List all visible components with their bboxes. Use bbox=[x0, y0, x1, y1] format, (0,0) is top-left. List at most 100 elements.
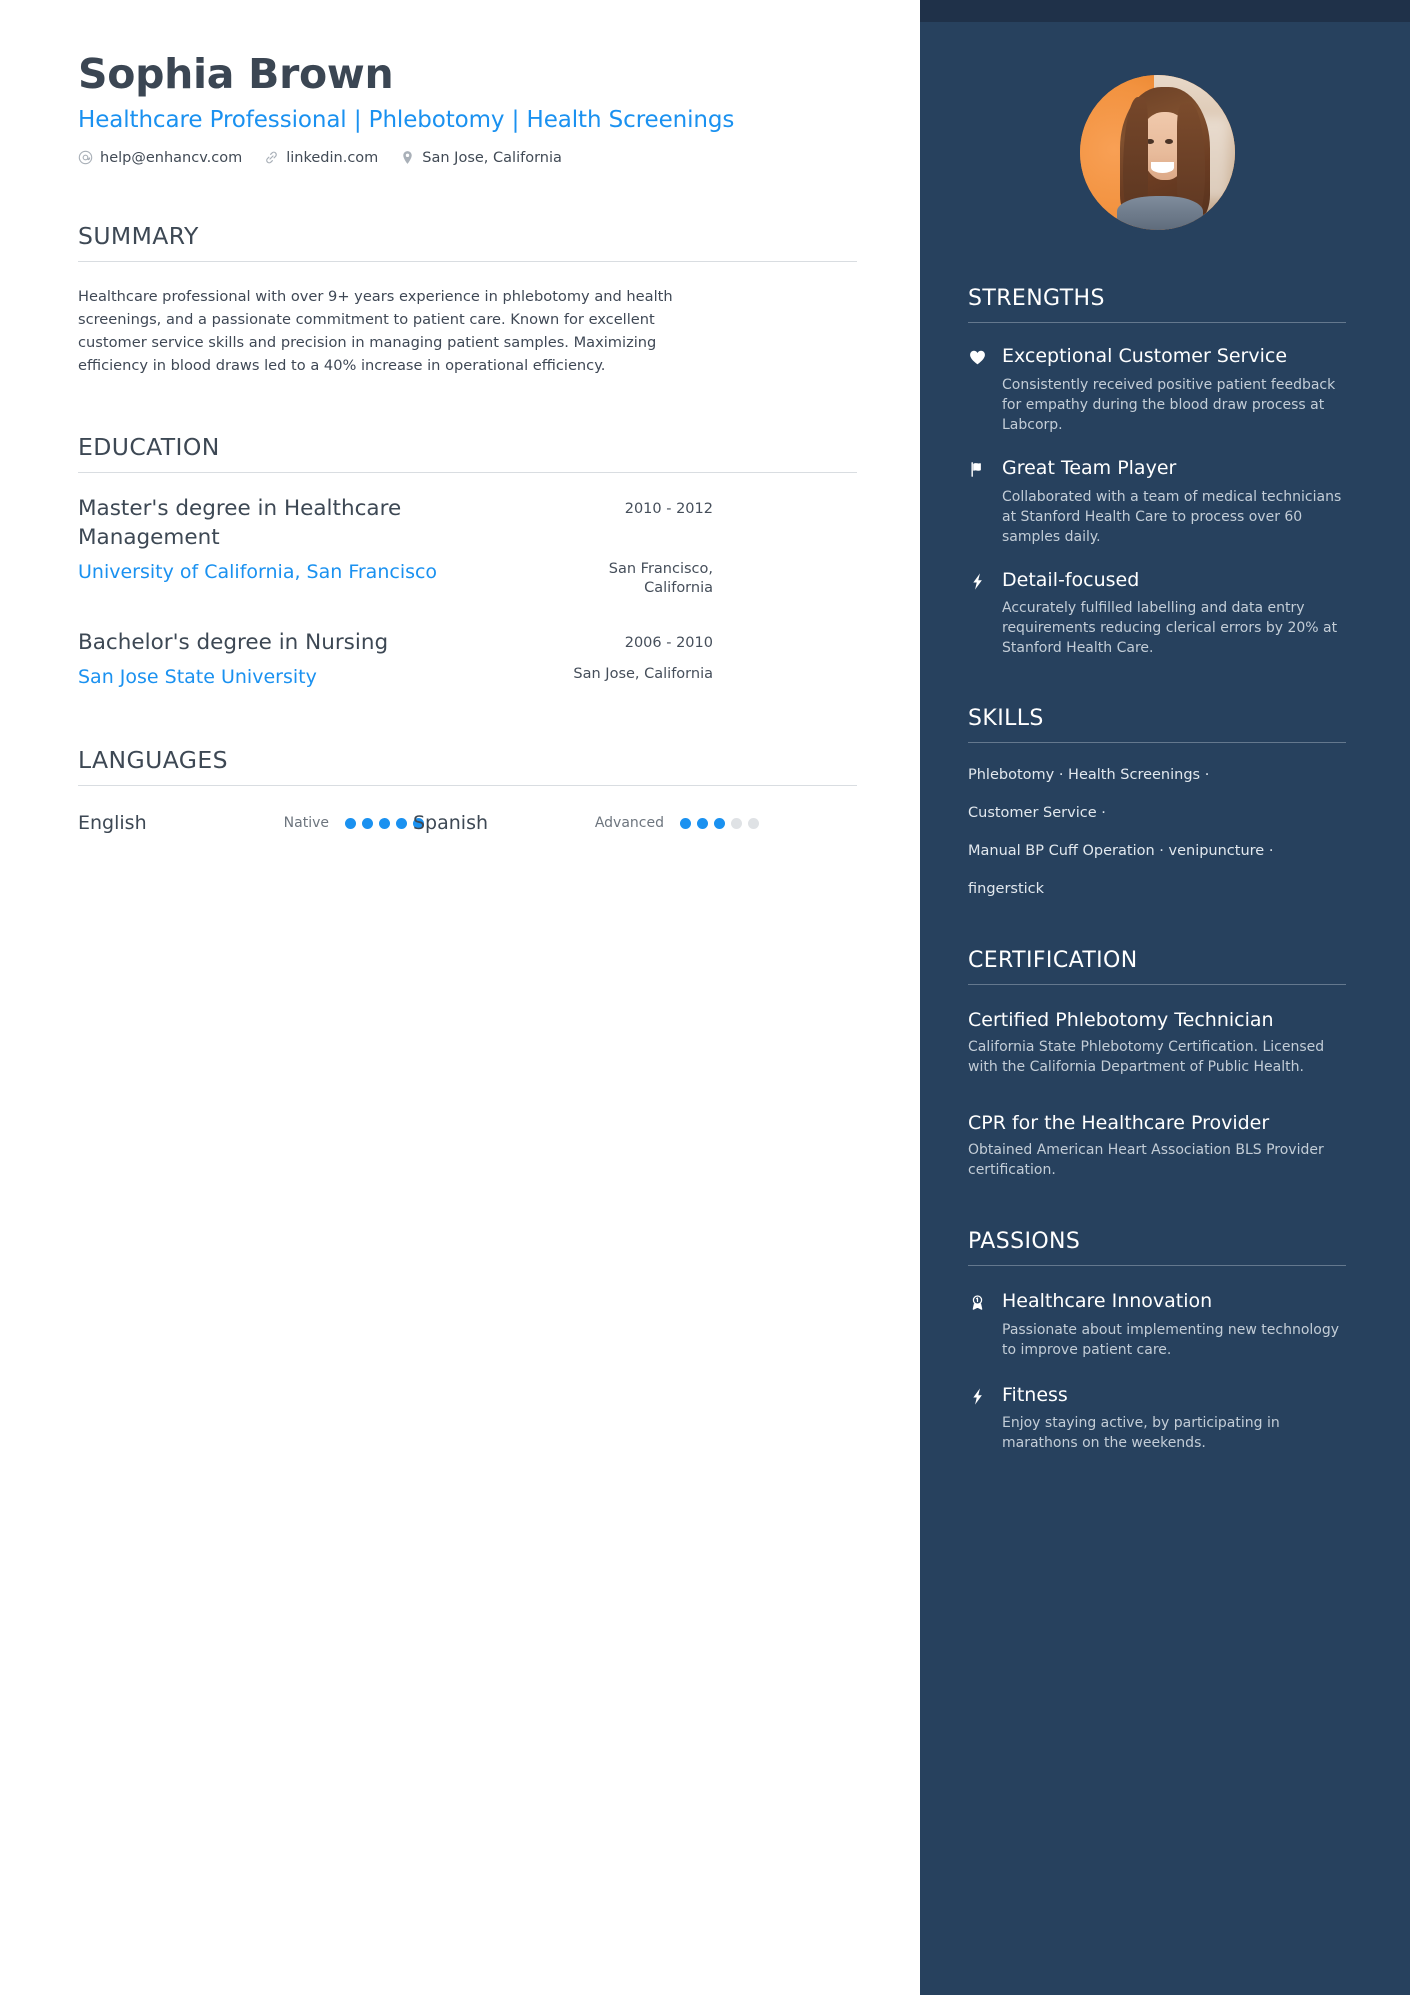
rating-dot bbox=[714, 817, 725, 829]
location-pin-icon bbox=[400, 150, 415, 165]
languages-row: English Native Spanish Advanced bbox=[78, 812, 857, 834]
education-school[interactable]: University of California, San Francisco bbox=[78, 560, 524, 585]
certification-divider bbox=[968, 984, 1346, 986]
strengths-heading: STRENGTHS bbox=[968, 286, 1105, 311]
lightning-bolt-icon bbox=[968, 1384, 1002, 1454]
avatar bbox=[1079, 75, 1235, 230]
rating-dot bbox=[748, 817, 759, 829]
strength-title: Exceptional Customer Service bbox=[1002, 345, 1288, 367]
strength-title: Great Team Player bbox=[1002, 456, 1177, 479]
passion-title: Fitness bbox=[1002, 1383, 1068, 1406]
languages-heading: LANGUAGES bbox=[78, 746, 228, 775]
certification-title: CPR for the Healthcare Provider bbox=[968, 1112, 1270, 1135]
rating-dot bbox=[680, 817, 691, 829]
contact-email[interactable]: help@enhancv.com bbox=[78, 150, 242, 166]
summary-divider bbox=[78, 260, 857, 262]
summary-heading: SUMMARY bbox=[78, 221, 199, 250]
strength-description: Consistently received positive patient f… bbox=[1002, 376, 1336, 433]
strengths-divider bbox=[968, 322, 1346, 323]
education-entry: Bachelor's degree in Nursing San Jose St… bbox=[78, 629, 857, 690]
avatar-smile bbox=[1150, 161, 1175, 173]
language-rating-dots bbox=[680, 817, 759, 829]
sidebar-top-bar bbox=[920, 0, 1410, 22]
contact-location-text: San Jose, California bbox=[422, 149, 562, 166]
contact-email-text: help@enhancv.com bbox=[100, 149, 243, 166]
professional-headline: Healthcare Professional | Phlebotomy | H… bbox=[78, 106, 735, 133]
strength-item: Exceptional Customer Service Consistentl… bbox=[968, 345, 1346, 435]
rating-dot bbox=[731, 817, 742, 829]
page-title: Sophia Brown bbox=[78, 50, 394, 98]
education-location: San Jose, California bbox=[573, 666, 713, 683]
education-location: San Francisco, California bbox=[608, 560, 713, 597]
section-certification: CERTIFICATION Certified Phlebotomy Techn… bbox=[968, 948, 1346, 1180]
contact-linkedin[interactable]: linkedin.com bbox=[264, 150, 378, 166]
contact-linkedin-text: linkedin.com bbox=[286, 149, 379, 166]
skills-list: Phlebotomy · Health Screenings · Custome… bbox=[968, 765, 1346, 900]
sidebar: STRENGTHS Exceptional Customer Service C… bbox=[920, 0, 1410, 1995]
certification-item: CPR for the Healthcare Provider Obtained… bbox=[968, 1112, 1346, 1181]
avatar-shoulders bbox=[1116, 195, 1204, 230]
skill-line: Phlebotomy · Health Screenings · bbox=[968, 767, 1210, 784]
passion-description: Passionate about implementing new techno… bbox=[1002, 1321, 1340, 1358]
flag-icon bbox=[968, 457, 1002, 547]
education-date: 2006 - 2010 bbox=[624, 634, 713, 651]
summary-text: Healthcare professional with over 9+ yea… bbox=[78, 287, 673, 375]
language-item-spanish: Spanish Advanced bbox=[413, 812, 759, 835]
skill-line: Customer Service · bbox=[968, 805, 1106, 822]
education-degree: Master's degree in Healthcare Management bbox=[78, 496, 402, 550]
avatar-eye-right bbox=[1164, 138, 1173, 144]
language-level: Native bbox=[283, 815, 329, 832]
skills-heading: SKILLS bbox=[968, 706, 1044, 732]
rating-dot bbox=[697, 817, 708, 829]
contact-row: help@enhancv.com linkedin.com San Jose, … bbox=[78, 150, 857, 166]
skills-divider bbox=[968, 742, 1346, 744]
avatar-wrapper bbox=[968, 0, 1346, 230]
strength-body: Exceptional Customer Service Consistentl… bbox=[1002, 345, 1346, 435]
language-name: Spanish bbox=[413, 812, 489, 835]
contact-location: San Jose, California bbox=[400, 150, 562, 166]
section-education: EDUCATION Master's degree in Healthcare … bbox=[78, 433, 857, 690]
languages-divider bbox=[78, 785, 857, 787]
education-heading: EDUCATION bbox=[78, 433, 220, 462]
rating-dot bbox=[396, 817, 407, 829]
education-entry: Master's degree in Healthcare Management… bbox=[78, 495, 857, 599]
section-strengths: STRENGTHS Exceptional Customer Service C… bbox=[968, 286, 1346, 658]
education-list: Master's degree in Healthcare Management… bbox=[78, 495, 857, 690]
education-date: 2010 - 2012 bbox=[624, 501, 713, 518]
passion-title: Healthcare Innovation bbox=[1002, 1289, 1213, 1312]
passions-divider bbox=[968, 1264, 1346, 1266]
passion-body: Fitness Enjoy staying active, by partici… bbox=[1002, 1384, 1346, 1454]
main-column: Sophia Brown Healthcare Professional | P… bbox=[0, 0, 920, 1995]
certification-heading: CERTIFICATION bbox=[968, 948, 1138, 974]
section-passions: PASSIONS Healthcare Innovation Passionat… bbox=[968, 1229, 1346, 1454]
section-summary: SUMMARY Healthcare professional with ove… bbox=[78, 222, 857, 377]
skill-line: fingerstick bbox=[968, 881, 1045, 898]
education-divider bbox=[78, 472, 857, 474]
skill-line: Manual BP Cuff Operation · venipuncture … bbox=[968, 843, 1274, 860]
education-entry-right: 2010 - 2012 San Francisco, California bbox=[548, 495, 713, 599]
award-medal-icon bbox=[968, 1290, 1002, 1360]
rating-dot bbox=[379, 817, 390, 829]
strength-description: Accurately fulfilled labelling and data … bbox=[1002, 600, 1338, 657]
certification-description: Obtained American Heart Association BLS … bbox=[968, 1142, 1324, 1178]
rating-dot bbox=[345, 817, 356, 829]
language-name: English bbox=[78, 812, 147, 835]
education-entry-left: Bachelor's degree in Nursing San Jose St… bbox=[78, 629, 548, 690]
heart-icon bbox=[968, 345, 1002, 435]
certification-title: Certified Phlebotomy Technician bbox=[968, 1009, 1274, 1032]
strength-body: Great Team Player Collaborated with a te… bbox=[1002, 457, 1346, 547]
rating-dot bbox=[362, 817, 373, 829]
education-entry-left: Master's degree in Healthcare Management… bbox=[78, 495, 548, 599]
passion-item: Healthcare Innovation Passionate about i… bbox=[968, 1290, 1346, 1360]
passion-body: Healthcare Innovation Passionate about i… bbox=[1002, 1290, 1346, 1360]
education-school[interactable]: San Jose State University bbox=[78, 665, 524, 690]
language-item-english: English Native bbox=[78, 812, 424, 835]
at-sign-icon bbox=[78, 150, 93, 165]
strength-description: Collaborated with a team of medical tech… bbox=[1002, 488, 1342, 545]
strength-item: Great Team Player Collaborated with a te… bbox=[968, 457, 1346, 547]
resume-page: Sophia Brown Healthcare Professional | P… bbox=[0, 0, 1410, 1995]
passions-heading: PASSIONS bbox=[968, 1228, 1081, 1254]
passion-item: Fitness Enjoy staying active, by partici… bbox=[968, 1384, 1346, 1454]
certification-description: California State Phlebotomy Certificatio… bbox=[968, 1039, 1325, 1076]
section-languages: LANGUAGES English Native Spanish Advance… bbox=[78, 746, 857, 834]
